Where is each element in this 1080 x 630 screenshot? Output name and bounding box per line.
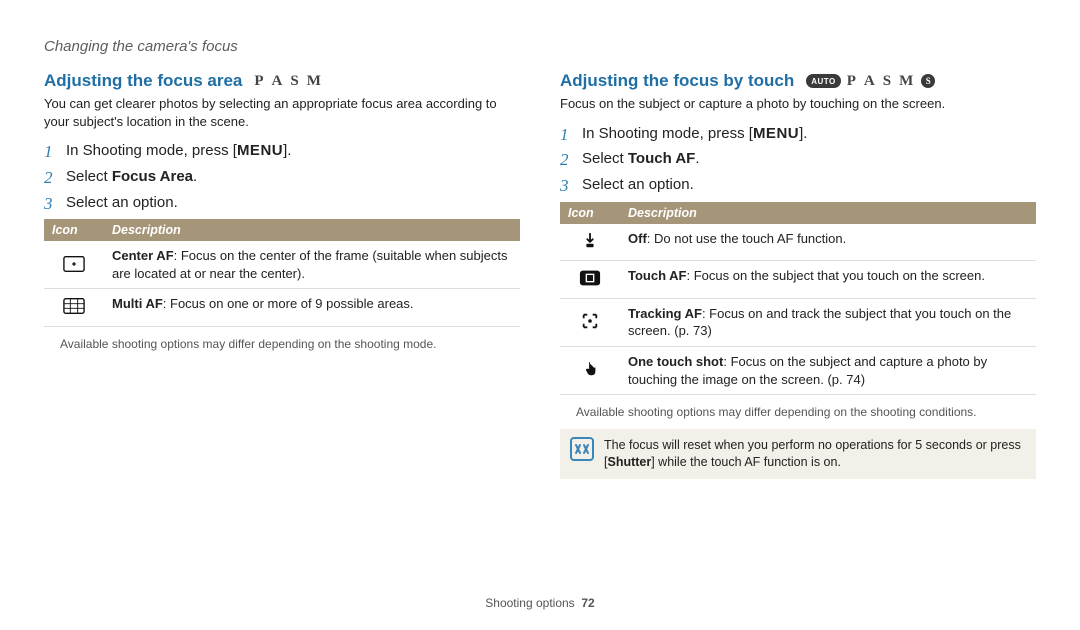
page: Changing the camera's focus Adjusting th… xyxy=(0,0,1080,630)
footnote: Available shooting options may differ de… xyxy=(44,337,520,351)
table-row: Tracking AF: Focus on and track the subj… xyxy=(560,298,1036,346)
steps-list: In Shooting mode, press [MENU]. Select T… xyxy=(560,123,1036,196)
step-2-bold: Focus Area xyxy=(112,168,193,185)
table-row: Touch AF: Focus on the subject that you … xyxy=(560,261,1036,299)
th-icon: Icon xyxy=(44,219,104,241)
option-text: : Focus on the subject that you touch on… xyxy=(687,268,985,283)
step-2-text-a: Select xyxy=(66,168,112,185)
section-title-text: Adjusting the focus area xyxy=(44,71,242,91)
callout-bold: Shutter xyxy=(607,455,651,469)
option-name: Center AF xyxy=(112,248,174,263)
breadcrumb: Changing the camera's focus xyxy=(44,38,1036,55)
step-1: In Shooting mode, press [MENU]. xyxy=(44,140,520,162)
intro-text: You can get clearer photos by selecting … xyxy=(44,95,520,130)
table-row: Multi AF: Focus on one or more of 9 poss… xyxy=(44,289,520,327)
step-1-text-b: ]. xyxy=(799,125,807,142)
option-name: Touch AF xyxy=(628,268,687,283)
menu-button-label: MENU xyxy=(753,125,799,142)
info-icon xyxy=(570,437,594,461)
intro-text: Focus on the subject or capture a photo … xyxy=(560,95,1036,113)
step-2-text-b: . xyxy=(193,168,197,185)
section-title-touch: Adjusting the focus by touch AUTO P A S … xyxy=(560,71,1036,91)
mode-m-icon: M xyxy=(899,73,915,90)
center-af-icon xyxy=(44,241,104,289)
mode-icons: AUTO P A S M S xyxy=(806,73,935,90)
off-icon xyxy=(560,224,620,261)
mode-a-icon: A xyxy=(864,73,877,90)
step-1-text-b: ]. xyxy=(283,142,291,159)
mode-icons: P A S M xyxy=(254,73,323,90)
mode-a-icon: A xyxy=(272,73,285,90)
content-columns: Adjusting the focus area P A S M You can… xyxy=(44,71,1036,590)
option-name: Tracking AF xyxy=(628,306,702,321)
tracking-af-icon xyxy=(560,298,620,346)
section-title-text: Adjusting the focus by touch xyxy=(560,71,794,91)
mode-p-icon: P xyxy=(254,73,265,90)
th-description: Description xyxy=(104,219,520,241)
multi-af-icon xyxy=(44,289,104,327)
row-description: Touch AF: Focus on the subject that you … xyxy=(620,261,1036,299)
callout-text: The focus will reset when you perform no… xyxy=(604,437,1026,471)
step-3: Select an option. xyxy=(44,192,520,214)
row-description: One touch shot: Focus on the subject and… xyxy=(620,346,1036,394)
mode-auto-icon: AUTO xyxy=(806,74,841,88)
options-table: Icon Description Center AF: Focus on the… xyxy=(44,219,520,327)
step-2-text-b: . xyxy=(695,150,699,167)
section-title-focus-area: Adjusting the focus area P A S M xyxy=(44,71,520,91)
callout-text-b: ] while the touch AF function is on. xyxy=(651,455,841,469)
page-footer: Shooting options 72 xyxy=(44,590,1036,610)
table-row: Off: Do not use the touch AF function. xyxy=(560,224,1036,261)
step-2-bold: Touch AF xyxy=(628,150,696,167)
mode-s-icon: S xyxy=(290,73,300,90)
step-1-text-a: In Shooting mode, press [ xyxy=(66,142,237,159)
options-table: Icon Description Off: Do not use the tou… xyxy=(560,202,1036,395)
option-name: One touch shot xyxy=(628,354,723,369)
row-description: Off: Do not use the touch AF function. xyxy=(620,224,1036,261)
th-description: Description xyxy=(620,202,1036,224)
footer-section: Shooting options xyxy=(485,596,574,610)
row-description: Center AF: Focus on the center of the fr… xyxy=(104,241,520,289)
step-2: Select Touch AF. xyxy=(560,148,1036,170)
mode-s-icon: S xyxy=(883,73,893,90)
option-text: : Focus on one or more of 9 possible are… xyxy=(163,296,414,311)
one-touch-icon xyxy=(560,346,620,394)
step-1-text-a: In Shooting mode, press [ xyxy=(582,125,753,142)
step-1: In Shooting mode, press [MENU]. xyxy=(560,123,1036,145)
table-row: One touch shot: Focus on the subject and… xyxy=(560,346,1036,394)
mode-scene-icon: S xyxy=(921,74,935,88)
menu-button-label: MENU xyxy=(237,142,283,159)
th-icon: Icon xyxy=(560,202,620,224)
step-2-text-a: Select xyxy=(582,150,628,167)
left-column: Adjusting the focus area P A S M You can… xyxy=(44,71,520,590)
option-text: : Do not use the touch AF function. xyxy=(647,231,846,246)
step-3: Select an option. xyxy=(560,174,1036,196)
touch-af-icon xyxy=(560,261,620,299)
right-column: Adjusting the focus by touch AUTO P A S … xyxy=(560,71,1036,590)
table-row: Center AF: Focus on the center of the fr… xyxy=(44,241,520,289)
footnote: Available shooting options may differ de… xyxy=(560,405,1036,419)
mode-p-icon: P xyxy=(847,73,858,90)
row-description: Multi AF: Focus on one or more of 9 poss… xyxy=(104,289,520,327)
steps-list: In Shooting mode, press [MENU]. Select F… xyxy=(44,140,520,213)
step-2: Select Focus Area. xyxy=(44,166,520,188)
option-name: Off xyxy=(628,231,647,246)
option-name: Multi AF xyxy=(112,296,163,311)
info-callout: The focus will reset when you perform no… xyxy=(560,429,1036,479)
row-description: Tracking AF: Focus on and track the subj… xyxy=(620,298,1036,346)
page-number: 72 xyxy=(581,596,594,610)
mode-m-icon: M xyxy=(307,73,323,90)
